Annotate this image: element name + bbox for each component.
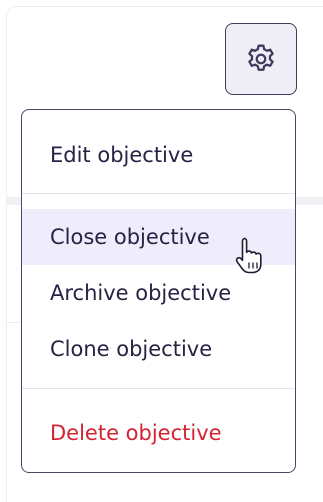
gear-icon [248,44,274,71]
menu-item-clone-objective[interactable]: Clone objective [22,321,295,377]
settings-button[interactable] [225,23,297,95]
menu-divider [22,388,295,389]
menu-item-edit-objective[interactable]: Edit objective [22,127,295,183]
menu-item-close-objective[interactable]: Close objective [22,209,295,265]
menu-divider [22,193,295,194]
menu-item-archive-objective[interactable]: Archive objective [22,265,295,321]
objective-actions-menu: Edit objective Close objective Archive o… [21,109,296,473]
menu-item-delete-objective[interactable]: Delete objective [22,405,295,461]
